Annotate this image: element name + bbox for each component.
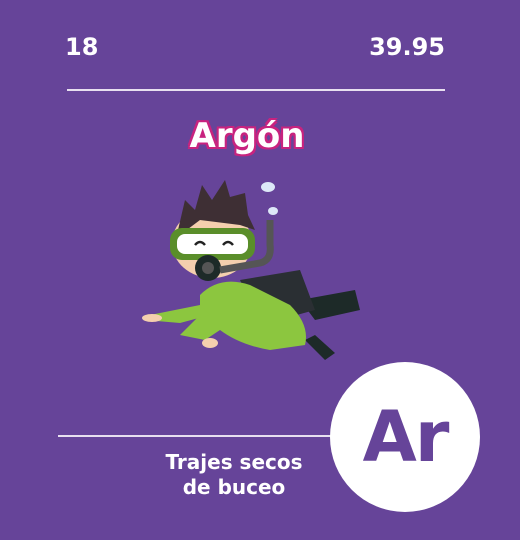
- use-line-1: Trajes secos: [165, 450, 303, 474]
- scuba-diver-illustration: [142, 180, 360, 360]
- atomic-mass: 39.95: [369, 33, 445, 61]
- element-use: Trajes secos de buceo: [134, 450, 334, 500]
- use-line-2: de buceo: [182, 475, 286, 499]
- atomic-number: 18: [65, 33, 99, 61]
- symbol-badge: Ar: [330, 362, 480, 512]
- top-divider: [67, 89, 445, 91]
- bottom-divider: [58, 435, 348, 437]
- element-name: Argón: [189, 116, 305, 156]
- element-symbol: Ar: [362, 396, 450, 478]
